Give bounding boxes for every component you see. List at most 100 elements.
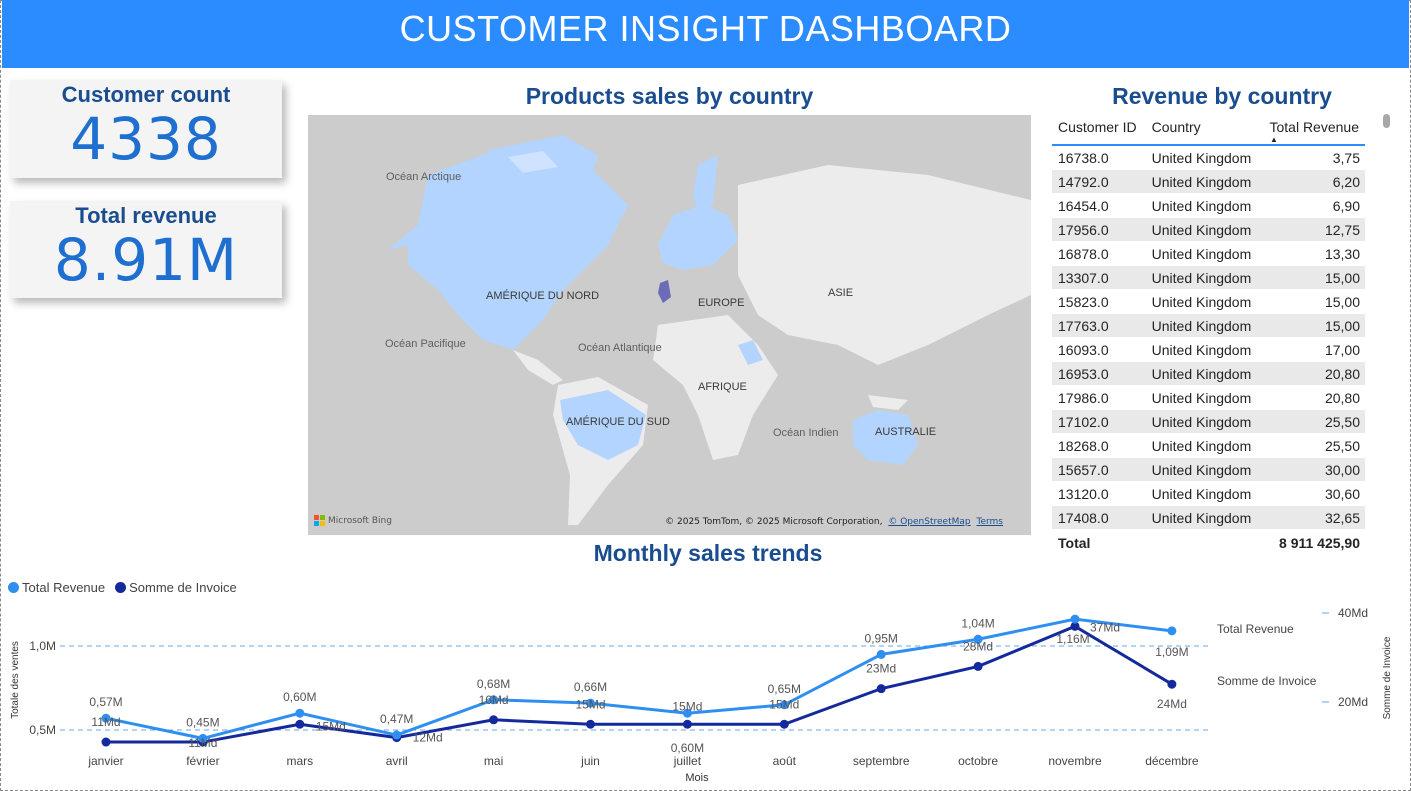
cell-country: United Kingdom [1145, 433, 1261, 458]
legend-item-invoice[interactable]: Somme de Invoice [115, 580, 237, 595]
x-tick-label: mars [286, 754, 313, 768]
data-label-invoice: 23Md [866, 662, 896, 676]
data-label-invoice: 15Md [672, 699, 702, 713]
cell-customer-id: 18268.0 [1052, 433, 1146, 458]
table-row[interactable]: 13307.0 United Kingdom 15,00 [1052, 265, 1365, 290]
osm-link[interactable]: © OpenStreetMap [888, 517, 970, 527]
legend-item-total-revenue[interactable]: Total Revenue [8, 580, 105, 595]
cell-country: United Kingdom [1145, 505, 1261, 530]
cell-country: United Kingdom [1145, 241, 1261, 266]
data-point-invoice [682, 719, 692, 729]
table-row[interactable]: 16093.0 United Kingdom 17,00 [1052, 337, 1365, 362]
x-tick-label: juin [580, 754, 600, 768]
data-label-invoice: 15Md [575, 697, 605, 711]
table-row[interactable]: 15823.0 United Kingdom 15,00 [1052, 289, 1365, 314]
customer-count-card[interactable]: Customer count 4338 [10, 80, 282, 178]
table-row[interactable]: 17956.0 United Kingdom 12,75 [1052, 217, 1365, 242]
data-label-total-revenue: 1,09M [1155, 645, 1188, 659]
table-row[interactable]: 16454.0 United Kingdom 6,90 [1052, 193, 1365, 218]
legend-dot-total-revenue [8, 582, 19, 593]
table-row[interactable]: 16953.0 United Kingdom 20,80 [1052, 361, 1365, 386]
y-axis-title: Totale des ventes [10, 641, 21, 719]
monthly-trends-chart[interactable]: 0,5M 1,0M 20Md 40Md Totale des ventes Somme d… [0, 598, 1411, 788]
column-header-country[interactable]: Country [1145, 112, 1261, 146]
cell-customer-id: 17986.0 [1052, 385, 1146, 410]
cell-total-revenue: 32,65 [1260, 505, 1365, 530]
table-scrollbar[interactable] [1383, 114, 1390, 128]
south-america-label: AMÉRIQUE DU SUD [566, 416, 670, 428]
ocean-arctic-label: Océan Arctique [386, 171, 462, 183]
data-point-invoice [876, 684, 886, 694]
customer-count-value: 4338 [70, 105, 222, 173]
trends-title: Monthly sales trends [593, 540, 823, 566]
data-point-total-revenue [1167, 626, 1177, 636]
legend-dot-invoice [115, 582, 127, 593]
cell-country: United Kingdom [1145, 457, 1261, 482]
total-value: 8 911 425,90 [1260, 529, 1365, 552]
table-row[interactable]: 13120.0 United Kingdom 30,60 [1052, 481, 1365, 506]
map-attribution: © 2025 TomTom, © 2025 Microsoft Corporat… [665, 517, 1003, 527]
x-tick-label: février [186, 754, 219, 768]
data-point-invoice [295, 719, 305, 729]
sales-map[interactable]: Océan Arctique Océan Pacifique Océan Atl… [308, 115, 1031, 535]
x-tick-label: juillet [673, 754, 702, 768]
data-point-total-revenue [392, 730, 402, 740]
cell-country: United Kingdom [1145, 409, 1261, 434]
trends-legend: Total Revenue Somme de Invoice [8, 580, 237, 595]
cell-country: United Kingdom [1145, 217, 1261, 242]
europe-label: EUROPE [698, 297, 745, 309]
cell-total-revenue: 30,00 [1260, 457, 1365, 482]
y-tick-label: 0,5M [29, 723, 56, 737]
cell-country: United Kingdom [1145, 193, 1261, 218]
cell-total-revenue: 25,50 [1260, 409, 1365, 434]
column-header-total-revenue[interactable]: Total Revenue ▲ [1260, 112, 1365, 146]
cell-customer-id: 13120.0 [1052, 481, 1146, 506]
asia-region [738, 165, 1031, 365]
terms-link[interactable]: Terms [976, 517, 1003, 527]
bing-attribution: Microsoft Bing [314, 515, 392, 526]
table-row[interactable]: 17763.0 United Kingdom 15,00 [1052, 313, 1365, 338]
cell-customer-id: 13307.0 [1052, 265, 1146, 290]
table-row[interactable]: 15657.0 United Kingdom 30,00 [1052, 457, 1365, 482]
data-label-invoice: 15Md [769, 697, 799, 711]
data-label-total-revenue: 0,47M [380, 712, 413, 726]
africa-label: AFRIQUE [698, 381, 747, 393]
table-row[interactable]: 17102.0 United Kingdom 25,50 [1052, 409, 1365, 434]
column-header-customer-id[interactable]: Customer ID [1052, 112, 1146, 146]
series-line-total-revenue [105, 617, 1173, 740]
revenue-table[interactable]: Customer ID Country Total Revenue ▲ 1673… [1052, 112, 1368, 552]
cell-customer-id: 16454.0 [1052, 193, 1146, 218]
cell-country: United Kingdom [1145, 481, 1261, 506]
total-revenue-card[interactable]: Total revenue 8.91M [10, 201, 282, 298]
data-label-invoice: 37Md [1090, 620, 1120, 634]
data-point-total-revenue [295, 708, 305, 718]
table-row[interactable]: 14792.0 United Kingdom 6,20 [1052, 169, 1365, 194]
cell-customer-id: 15657.0 [1052, 457, 1146, 482]
data-label-total-revenue: 0,66M [574, 680, 607, 694]
table-row[interactable]: 17408.0 United Kingdom 32,65 [1052, 505, 1365, 530]
cell-country: United Kingdom [1145, 385, 1261, 410]
x-tick-label: septembre [853, 754, 910, 768]
table-row[interactable]: 16878.0 United Kingdom 13,30 [1052, 241, 1365, 266]
cell-total-revenue: 13,30 [1260, 241, 1365, 266]
ocean-atlantic-label: Océan Atlantique [578, 342, 662, 354]
x-tick-label: novembre [1048, 754, 1102, 768]
legend-label-invoice: Somme de Invoice [129, 580, 237, 595]
cell-total-revenue: 17,00 [1260, 337, 1365, 362]
data-label-invoice: 15Md [316, 719, 346, 733]
cell-customer-id: 16738.0 [1052, 145, 1146, 170]
data-label-invoice: 11Md [188, 736, 217, 750]
data-label-invoice: 11Md [91, 715, 120, 729]
cell-total-revenue: 12,75 [1260, 217, 1365, 242]
series-line-invoice [106, 624, 1173, 744]
table-row[interactable]: 17986.0 United Kingdom 20,80 [1052, 385, 1365, 410]
cell-country: United Kingdom [1145, 313, 1261, 338]
cell-total-revenue: 3,75 [1260, 145, 1365, 170]
data-label-invoice: 16Md [479, 693, 509, 707]
cell-total-revenue: 20,80 [1260, 385, 1365, 410]
cell-total-revenue: 20,80 [1260, 361, 1365, 386]
table-row[interactable]: 16738.0 United Kingdom 3,75 [1052, 145, 1365, 170]
cell-country: United Kingdom [1145, 361, 1261, 386]
cell-country: United Kingdom [1145, 337, 1261, 362]
table-row[interactable]: 18268.0 United Kingdom 25,50 [1052, 433, 1365, 458]
